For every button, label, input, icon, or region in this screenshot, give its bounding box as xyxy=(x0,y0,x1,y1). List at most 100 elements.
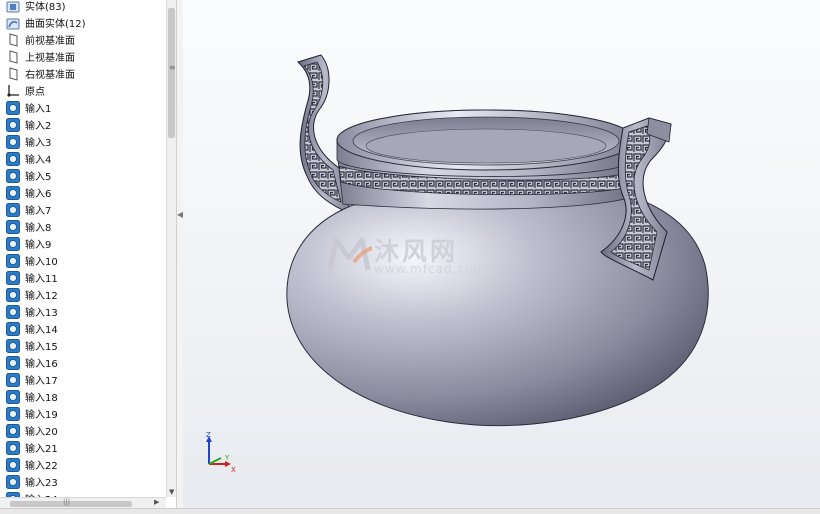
incense-burner-model[interactable] xyxy=(183,0,820,508)
tree-item[interactable]: 输入12 xyxy=(6,286,58,303)
imported-body-icon xyxy=(6,134,20,149)
imported-body-icon xyxy=(6,355,20,370)
tree-item[interactable]: 输入17 xyxy=(6,371,58,388)
imported-body-icon xyxy=(6,151,20,166)
tree-item[interactable]: 输入2 xyxy=(6,116,51,133)
imported-body-icon xyxy=(6,168,20,183)
tree-item-label: 实体(83) xyxy=(25,2,66,13)
tree-item-label: 上视基准面 xyxy=(25,53,75,64)
scroll-grip-icon: ≡ xyxy=(169,63,176,72)
plane-icon xyxy=(6,32,20,47)
watermark-url: www.mfcad.com xyxy=(374,262,487,276)
tree-item-label: 输入22 xyxy=(25,461,58,472)
scroll-down-arrow-icon[interactable]: ▼ xyxy=(169,488,174,496)
imported-body-icon xyxy=(6,253,20,268)
tree-item[interactable]: 输入23 xyxy=(6,473,58,490)
imported-body-icon xyxy=(6,219,20,234)
tree-item-label: 输入11 xyxy=(25,274,58,285)
tree-item-label: 输入20 xyxy=(25,427,58,438)
orientation-triad[interactable]: Z Y X xyxy=(203,432,243,474)
tree-item[interactable]: 输入21 xyxy=(6,439,58,456)
imported-body-icon xyxy=(6,423,20,438)
bottom-tab-bar[interactable] xyxy=(0,508,820,514)
tree-item[interactable]: 输入6 xyxy=(6,184,51,201)
imported-body-icon xyxy=(6,389,20,404)
x-label: X xyxy=(231,466,236,474)
tree-scroll-thumb[interactable] xyxy=(168,8,175,138)
tree-item[interactable]: 输入10 xyxy=(6,252,58,269)
imported-body-icon xyxy=(6,457,20,472)
imported-body-icon xyxy=(6,474,20,489)
imported-body-icon xyxy=(6,100,20,115)
tree-item-label: 输入4 xyxy=(25,155,52,166)
imported-body-icon xyxy=(6,338,20,353)
tree-item-label: 输入17 xyxy=(25,376,58,387)
tree-item-label: 输入9 xyxy=(25,240,52,251)
tree-item[interactable]: 输入3 xyxy=(6,133,51,150)
imported-body-icon xyxy=(6,270,20,285)
tree-item[interactable]: 输入24 xyxy=(6,490,58,497)
tree-item[interactable]: 前视基准面 xyxy=(6,31,75,48)
tree-item[interactable]: 输入4 xyxy=(6,150,51,167)
tree-item-label: 曲面实体(12) xyxy=(25,19,86,30)
imported-body-icon xyxy=(6,202,20,217)
tree-item[interactable]: 输入5 xyxy=(6,167,51,184)
tree-item[interactable]: 输入8 xyxy=(6,218,51,235)
tree-item[interactable]: 输入16 xyxy=(6,354,58,371)
graphics-viewport[interactable]: 沐风网 www.mfcad.com Z Y X xyxy=(183,0,820,508)
tree-item-label: 输入14 xyxy=(25,325,58,336)
y-label: Y xyxy=(224,454,230,462)
imported-body-icon xyxy=(6,287,20,302)
tree-item-label: 输入23 xyxy=(25,478,58,489)
tree-item-label: 右视基准面 xyxy=(25,70,75,81)
imported-body-icon xyxy=(6,304,20,319)
tree-item-label: 输入2 xyxy=(25,121,52,132)
origin-icon xyxy=(6,84,20,98)
tree-item[interactable]: 曲面实体(12) xyxy=(6,14,86,31)
imported-body-icon xyxy=(6,372,20,387)
imported-body-icon xyxy=(6,185,20,200)
tree-item-label: 输入12 xyxy=(25,291,58,302)
tree-item[interactable]: 输入15 xyxy=(6,337,58,354)
surface-bodies-folder-icon xyxy=(6,16,20,30)
scroll-right-arrow-icon[interactable]: ▶ xyxy=(154,498,159,506)
feature-tree: 实体(83) 曲面实体(12) 前视基准面上视基准面右视基准面 原点输入1 输入2 输入3… xyxy=(0,0,166,497)
tree-item[interactable]: 输入13 xyxy=(6,303,58,320)
tree-item[interactable]: 输入19 xyxy=(6,405,58,422)
tree-item-label: 输入15 xyxy=(25,342,58,353)
tree-item[interactable]: 输入22 xyxy=(6,456,58,473)
tree-item[interactable]: 输入7 xyxy=(6,201,51,218)
tree-item[interactable]: 右视基准面 xyxy=(6,65,75,82)
watermark-logo-icon xyxy=(327,237,373,271)
tree-item[interactable]: 输入20 xyxy=(6,422,58,439)
watermark: 沐风网 www.mfcad.com xyxy=(326,232,485,282)
hscroll-grip-icon: ||| xyxy=(63,498,71,506)
tree-item-label: 输入19 xyxy=(25,410,58,421)
solid-bodies-folder-icon xyxy=(6,0,20,13)
imported-body-icon xyxy=(6,117,20,132)
tree-item[interactable]: 输入18 xyxy=(6,388,58,405)
tree-item-label: 输入18 xyxy=(25,393,58,404)
tree-item-label: 前视基准面 xyxy=(25,36,75,47)
tree-item-label: 输入13 xyxy=(25,308,58,319)
tree-item-label: 输入7 xyxy=(25,206,52,217)
tree-item[interactable]: 原点 xyxy=(6,82,45,99)
imported-body-icon xyxy=(6,236,20,251)
tree-item-label: 输入3 xyxy=(25,138,52,149)
tree-item-label: 输入10 xyxy=(25,257,58,268)
tree-item-label: 输入8 xyxy=(25,223,52,234)
tree-item-label: 输入1 xyxy=(25,104,52,115)
plane-icon xyxy=(6,66,20,81)
tree-item[interactable]: 实体(83) xyxy=(6,0,66,14)
tree-item[interactable]: 输入11 xyxy=(6,269,58,286)
z-label: Z xyxy=(206,432,211,439)
tree-item[interactable]: 输入1 xyxy=(6,99,51,116)
tree-item[interactable]: 输入14 xyxy=(6,320,58,337)
tree-item-label: 输入6 xyxy=(25,189,52,200)
imported-body-icon xyxy=(6,440,20,455)
tree-item-label: 输入5 xyxy=(25,172,52,183)
tree-item[interactable]: 上视基准面 xyxy=(6,48,75,65)
tree-item[interactable]: 输入9 xyxy=(6,235,51,252)
tree-item-label: 输入21 xyxy=(25,444,58,455)
tree-hscroll-thumb[interactable] xyxy=(10,501,132,507)
